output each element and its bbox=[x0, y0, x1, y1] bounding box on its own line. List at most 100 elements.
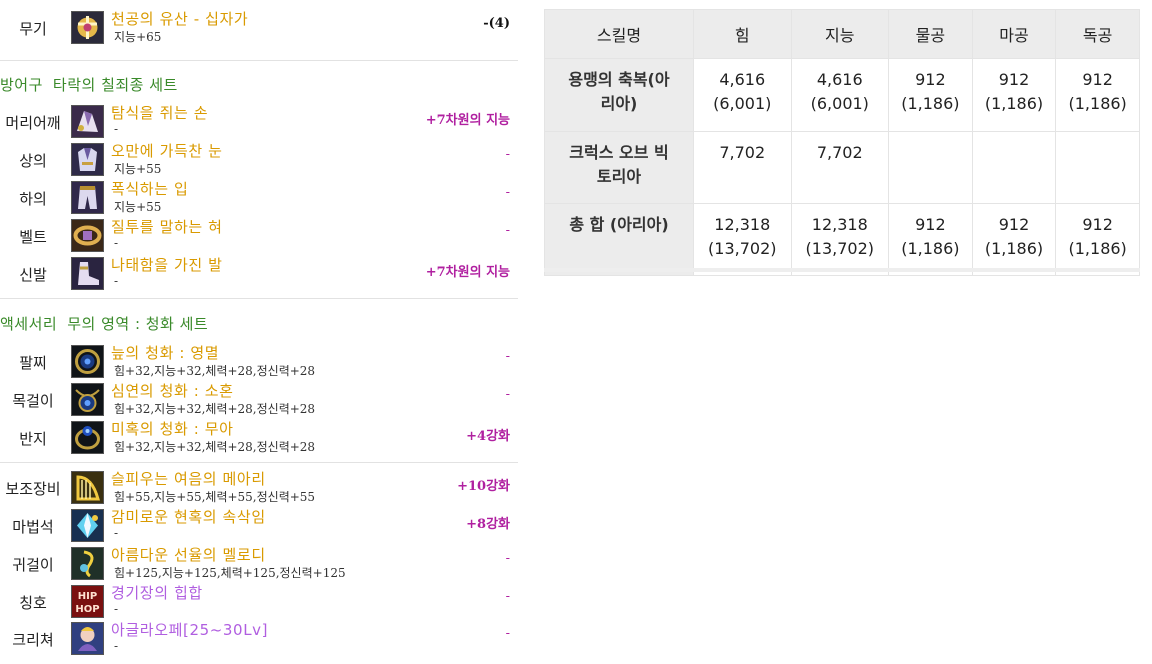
item-stat: 힘+32,지능+32,체력+28,정신력+28 bbox=[114, 440, 316, 454]
item-name[interactable]: 늪의 청화 : 영멸 bbox=[111, 342, 219, 363]
item-name[interactable]: 아글라오페[25~30Lv] bbox=[111, 619, 268, 640]
slot-label: 하의 bbox=[19, 190, 47, 208]
table-bottom-bar bbox=[544, 268, 1140, 272]
item-name[interactable]: 미혹의 청화 : 무아 bbox=[111, 418, 234, 439]
item-stat: - bbox=[114, 122, 119, 136]
table-cell: 7,702 bbox=[790, 131, 890, 204]
table-cell: 912 (1,186) bbox=[971, 203, 1057, 276]
table-cell: 12,318 (13,702) bbox=[790, 203, 890, 276]
item-stat: - bbox=[114, 274, 119, 288]
item-name[interactable]: 경기장의 힙합 bbox=[111, 582, 203, 603]
item-name[interactable]: 슬피우는 여음의 메아리 bbox=[111, 468, 266, 489]
hiphop-icon-text-top: HIP bbox=[78, 591, 97, 602]
item-tag: - bbox=[505, 626, 510, 641]
table-cell: 12,318 (13,702) bbox=[693, 203, 792, 276]
armor-set-header: 방어구 타락의 칠죄종 세트 bbox=[0, 74, 178, 95]
set-name: 타락의 칠죄종 세트 bbox=[52, 76, 178, 94]
item-row-weapon[interactable]: 무기 천공의 유산 - 십자가 지능+65 -(4) bbox=[0, 10, 518, 47]
table-cell: 912 (1,186) bbox=[888, 203, 973, 276]
slot-label: 벨트 bbox=[19, 228, 47, 246]
item-stat: 지능+55 bbox=[114, 200, 162, 214]
table-header-row: 스킬명 힘 지능 물공 마공 독공 bbox=[544, 9, 1140, 59]
item-row-bracelet[interactable]: 팔찌 늪의 청화 : 영멸 힘+32,지능+32,체력+28,정신력+28 - bbox=[0, 344, 518, 381]
slot-label: 목걸이 bbox=[12, 392, 54, 410]
shoes-icon bbox=[71, 257, 104, 290]
top-armor-icon bbox=[71, 143, 104, 176]
item-tag: - bbox=[505, 551, 510, 566]
header-phys-atk: 물공 bbox=[888, 9, 973, 59]
hiphop-icon-text-bottom: HOP bbox=[75, 604, 99, 615]
table-cell: 912 (1,186) bbox=[1055, 203, 1140, 276]
slot-label: 보조장비 bbox=[5, 480, 61, 498]
table-cell: 4,616 (6,001) bbox=[790, 58, 890, 132]
item-tag: - bbox=[505, 185, 510, 200]
earring-icon bbox=[71, 547, 104, 580]
table-row: 용맹의 축복(아 리아) 4,616 (6,001) 4,616 (6,001) 91… bbox=[544, 58, 1140, 132]
item-row-creature[interactable]: 크리쳐 아글라오페[25~30Lv] - - bbox=[0, 621, 518, 658]
item-stat: - bbox=[114, 602, 119, 616]
slot-label: 마법석 bbox=[12, 518, 54, 536]
item-name[interactable]: 탐식을 쥐는 손 bbox=[111, 102, 208, 123]
hiphop-title-icon: HIP HOP bbox=[71, 585, 104, 618]
item-name[interactable]: 오만에 가득찬 눈 bbox=[111, 140, 223, 161]
item-stat: - bbox=[114, 236, 119, 250]
divider bbox=[0, 60, 518, 61]
item-name[interactable]: 폭식하는 입 bbox=[111, 178, 188, 199]
item-tag: - bbox=[505, 223, 510, 238]
header-int: 지능 bbox=[790, 9, 890, 59]
table-row: 크럭스 오브 빅 토리아 7,702 7,702 bbox=[544, 131, 1140, 204]
item-stat: - bbox=[114, 639, 119, 653]
set-category-label: 방어구 bbox=[0, 76, 43, 94]
harp-icon bbox=[71, 471, 104, 504]
header-ind-atk: 독공 bbox=[1055, 9, 1140, 59]
skill-stat-table: 스킬명 힘 지능 물공 마공 독공 용맹의 축복(아 리아) 4,616 (6,00… bbox=[544, 9, 1140, 276]
item-row-earring[interactable]: 귀걸이 아름다운 선율의 멜로디 힘+125,지능+125,체력+125,정신력… bbox=[0, 546, 518, 583]
item-row-shoulder[interactable]: 머리어깨 탐식을 쥐는 손 - +7차원의 지능 bbox=[0, 104, 518, 141]
item-row-top[interactable]: 상의 오만에 가득찬 눈 지능+55 - bbox=[0, 142, 518, 179]
item-row-ring[interactable]: 반지 미혹의 청화 : 무아 힘+32,지능+32,체력+28,정신력+28 +… bbox=[0, 420, 518, 457]
creature-icon bbox=[71, 622, 104, 655]
row-skill-name: 총 합 (아리아) bbox=[544, 203, 694, 276]
set-name: 무의 영역 : 청화 세트 bbox=[67, 315, 209, 333]
item-row-bottom[interactable]: 하의 폭식하는 입 지능+55 - bbox=[0, 180, 518, 217]
item-stat: 힘+125,지능+125,체력+125,정신력+125 bbox=[114, 566, 346, 580]
header-mag-atk: 마공 bbox=[971, 9, 1057, 59]
item-row-shoes[interactable]: 신발 나태함을 가진 발 - +7차원의 지능 bbox=[0, 256, 518, 293]
magic-stone-icon bbox=[71, 509, 104, 542]
ring-icon bbox=[71, 421, 104, 454]
item-row-belt[interactable]: 벨트 질투를 말하는 혀 - - bbox=[0, 218, 518, 255]
item-name[interactable]: 심연의 청화 : 소혼 bbox=[111, 380, 234, 401]
item-tag: +10강화 bbox=[457, 479, 510, 494]
item-name[interactable]: 천공의 유산 - 십자가 bbox=[111, 8, 248, 29]
item-name[interactable]: 아름다운 선율의 멜로디 bbox=[111, 544, 266, 565]
shoulder-armor-icon bbox=[71, 105, 104, 138]
belt-icon bbox=[71, 219, 104, 252]
item-tag: +4강화 bbox=[466, 429, 510, 444]
slot-label: 신발 bbox=[19, 266, 47, 284]
item-stat: 지능+65 bbox=[114, 30, 162, 44]
necklace-icon bbox=[71, 383, 104, 416]
item-row-magic-stone[interactable]: 마법석 감미로운 현혹의 속삭임 - +8강화 bbox=[0, 508, 518, 545]
table-row: 총 합 (아리아) 12,318 (13,702) 12,318 (13,702) … bbox=[544, 203, 1140, 276]
item-row-sub-equipment[interactable]: 보조장비 슬피우는 여음의 메아리 힘+55,지능+55,체력+55,정신력+5… bbox=[0, 470, 518, 507]
table-cell: 912 (1,186) bbox=[1055, 58, 1140, 132]
row-skill-name: 용맹의 축복(아 리아) bbox=[544, 58, 694, 132]
item-name[interactable]: 나태함을 가진 발 bbox=[111, 254, 223, 275]
table-cell: 7,702 bbox=[693, 131, 792, 204]
row-skill-name: 크럭스 오브 빅 토리아 bbox=[544, 131, 694, 204]
header-skill-name: 스킬명 bbox=[544, 9, 694, 59]
item-tag: +7차원의 지능 bbox=[425, 265, 510, 280]
item-stat: 힘+55,지능+55,체력+55,정신력+55 bbox=[114, 490, 316, 504]
bracelet-icon bbox=[71, 345, 104, 378]
item-row-necklace[interactable]: 목걸이 심연의 청화 : 소혼 힘+32,지능+32,체력+28,정신력+28 … bbox=[0, 382, 518, 419]
item-row-title[interactable]: 칭호 HIP HOP 경기장의 힙합 - - bbox=[0, 584, 518, 621]
table-cell bbox=[888, 131, 973, 204]
item-name[interactable]: 감미로운 현혹의 속삭임 bbox=[111, 506, 266, 527]
item-tag: - bbox=[505, 349, 510, 364]
slot-label: 반지 bbox=[19, 430, 47, 448]
item-name[interactable]: 질투를 말하는 혀 bbox=[111, 216, 223, 237]
slot-label: 상의 bbox=[19, 152, 47, 170]
table-cell: 4,616 (6,001) bbox=[693, 58, 792, 132]
item-tag: - bbox=[505, 147, 510, 162]
cross-weapon-icon bbox=[71, 11, 104, 44]
